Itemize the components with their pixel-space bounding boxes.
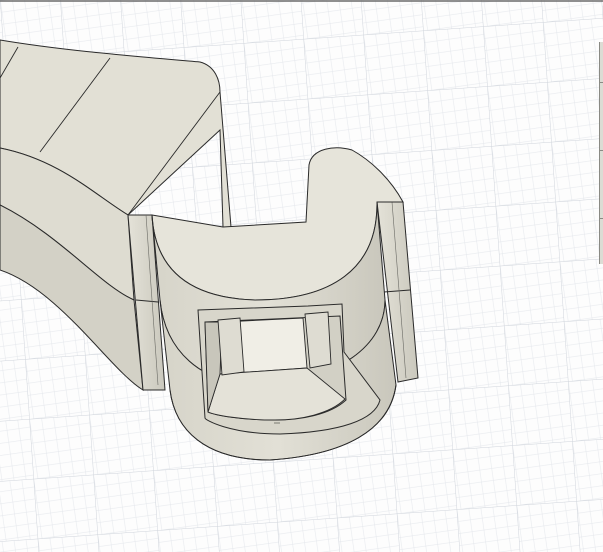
detent-left [217,317,245,376]
viewport-scene[interactable] [0,0,603,552]
detent-right [304,311,332,369]
right-side-panel-edge[interactable] [599,42,603,264]
cad-viewport[interactable] [0,0,603,552]
